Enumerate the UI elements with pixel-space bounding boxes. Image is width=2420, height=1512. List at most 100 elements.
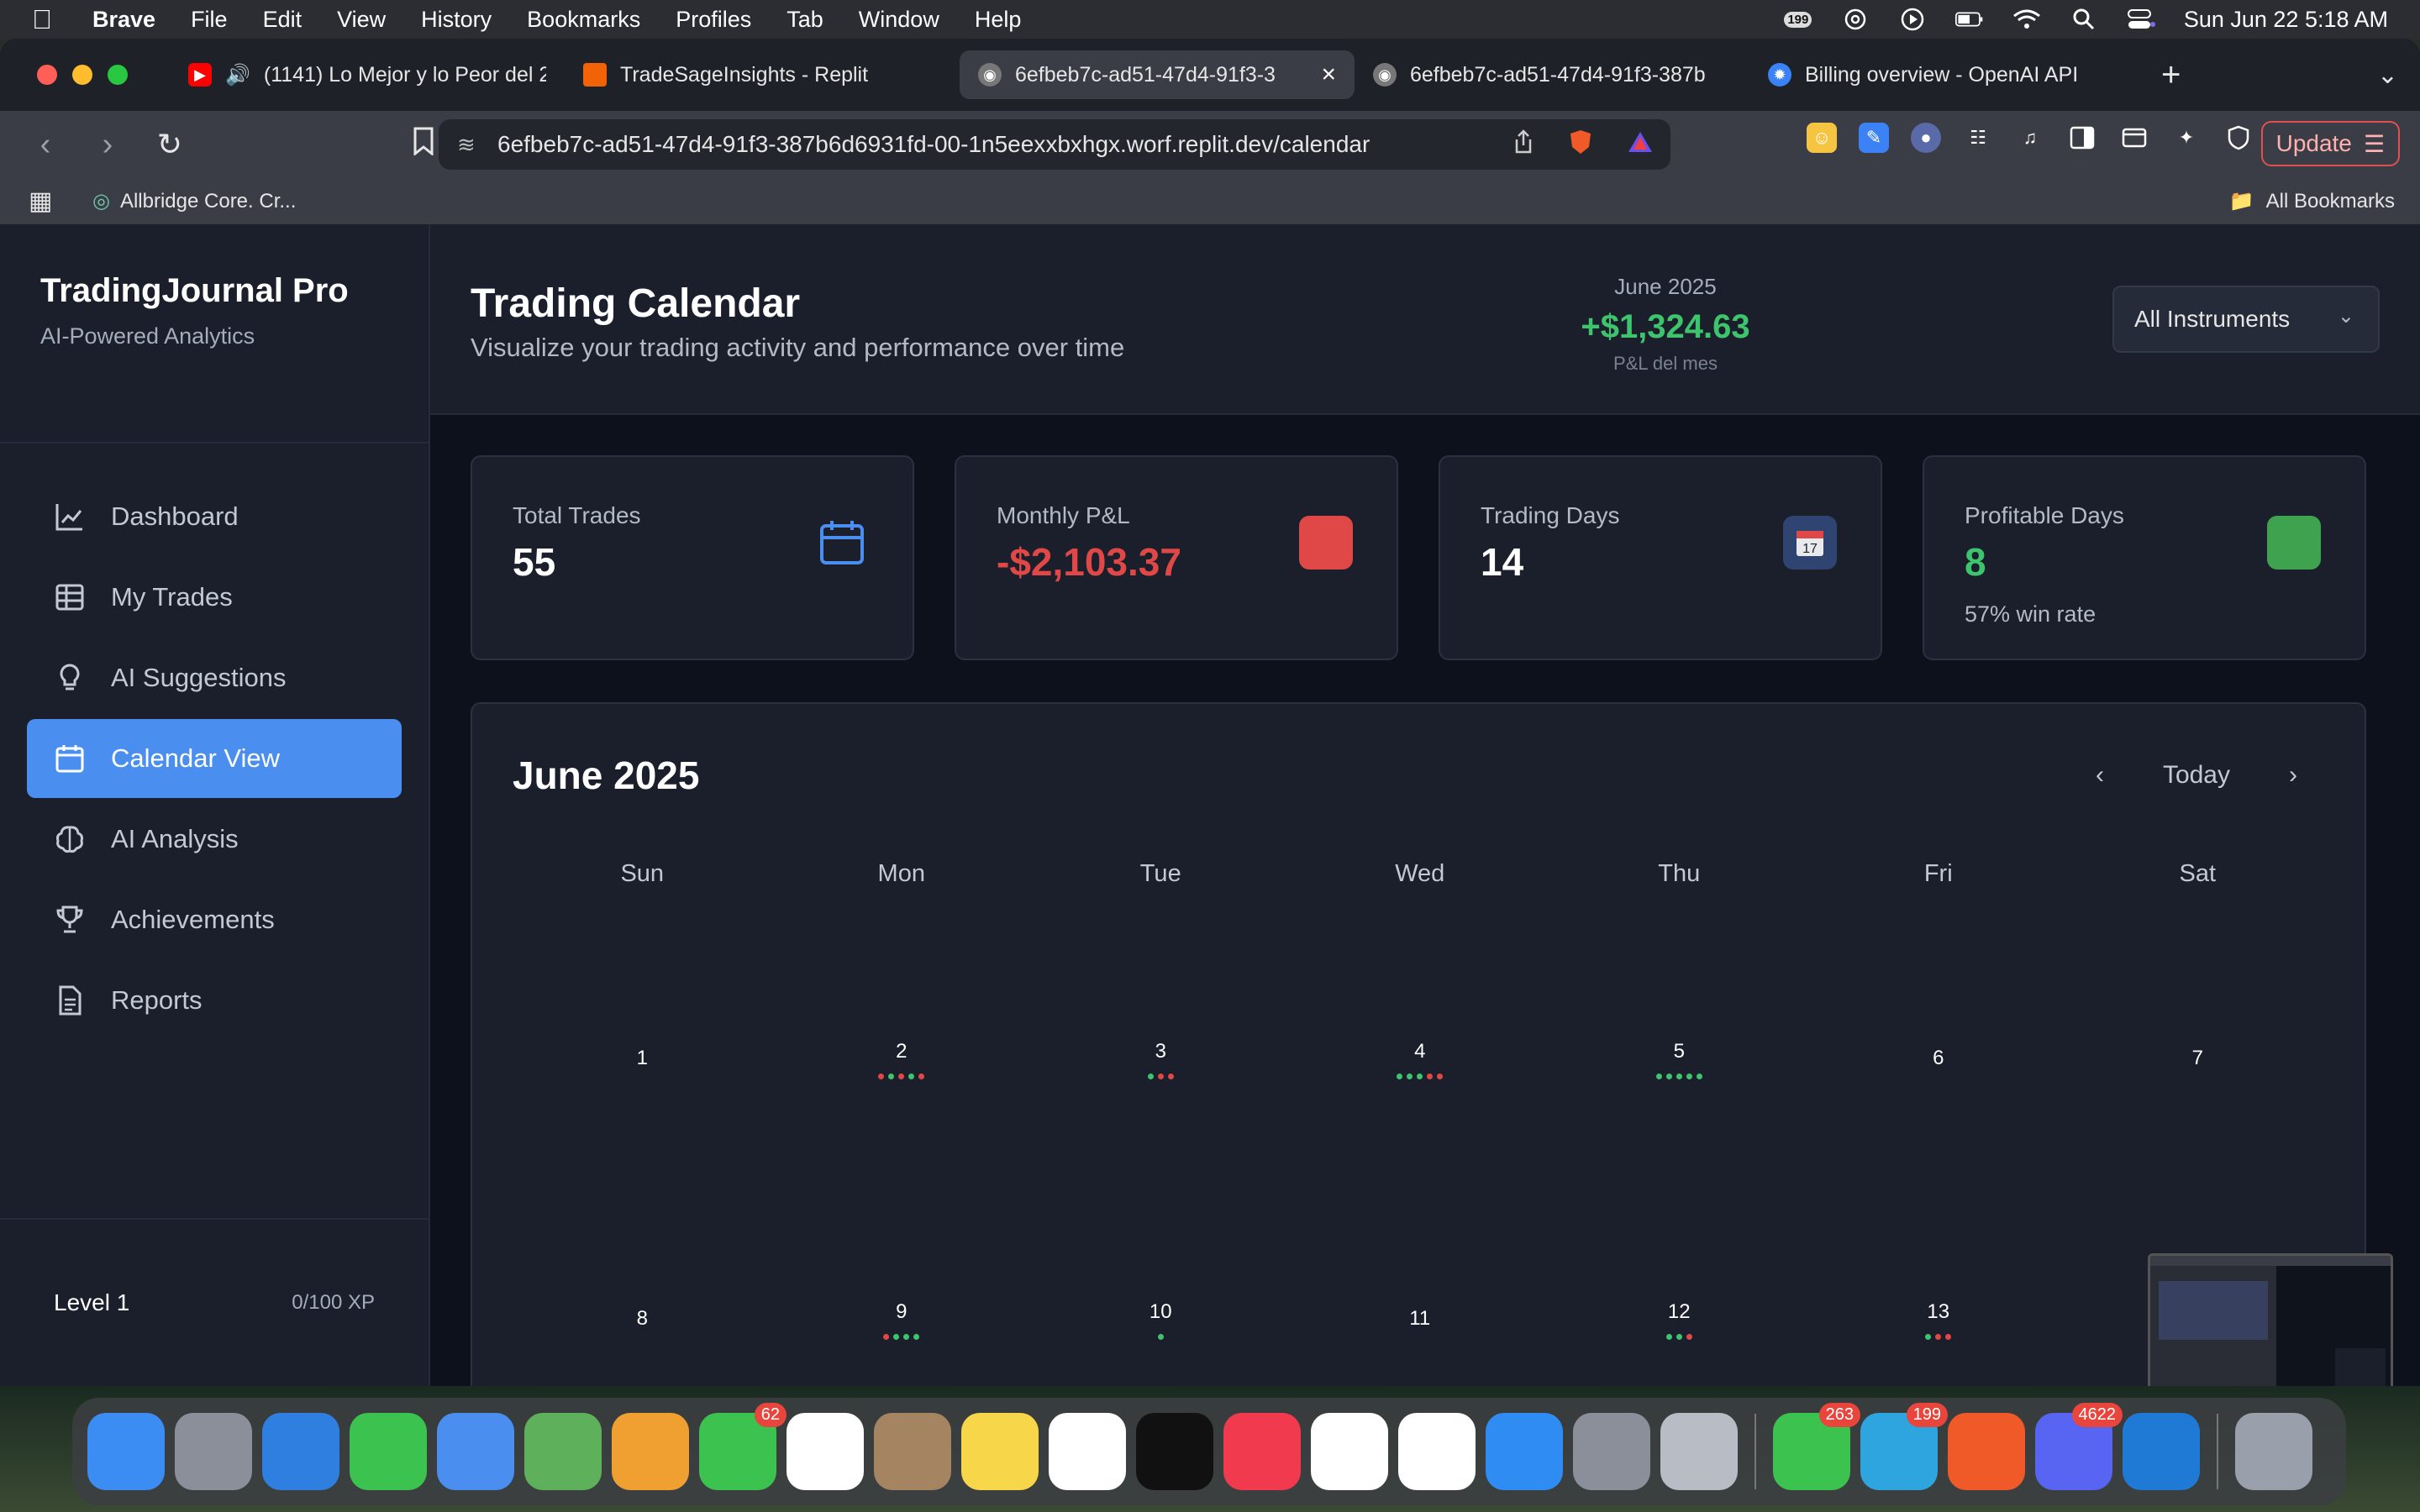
calendar-day[interactable]: 7	[2068, 1040, 2328, 1079]
sidebar-item-dashboard[interactable]: Dashboard	[27, 477, 402, 556]
today-button[interactable]: Today	[2163, 761, 2230, 790]
play-icon[interactable]	[1898, 5, 1927, 34]
reminders-icon[interactable]	[1398, 1413, 1476, 1490]
sidebar-item-ai-analysis[interactable]: AI Analysis	[27, 800, 402, 879]
apps-grid-icon[interactable]: ▦	[29, 186, 59, 216]
calendar-day[interactable]: 1	[513, 1040, 772, 1079]
tv-icon[interactable]	[1136, 1413, 1213, 1490]
calendar-day[interactable]: 4	[1291, 1040, 1550, 1079]
sidebar-item-calendar-view[interactable]: Calendar View	[27, 719, 402, 798]
tab-replit-dev[interactable]: ◉ 6efbeb7c-ad51-47d4-91f3-387b	[1355, 50, 1749, 99]
calendar-day[interactable]: 2	[772, 1040, 1032, 1079]
wallet-icon[interactable]	[2119, 123, 2149, 153]
tab-openai-billing[interactable]: ✹ Billing overview - OpenAI API	[1749, 50, 2144, 99]
menu-history[interactable]: History	[421, 7, 492, 33]
messages-icon[interactable]	[350, 1413, 427, 1490]
extension-face-icon[interactable]: ☺	[1807, 123, 1837, 153]
bookmark-allbridge[interactable]: ◎ Allbridge Core. Cr...	[92, 189, 296, 213]
calendar-day[interactable]: 10	[1031, 1300, 1291, 1340]
sidebar-toggle-icon[interactable]	[2067, 123, 2097, 153]
music-icon[interactable]	[1223, 1413, 1301, 1490]
tab-list-chevron-icon[interactable]: ⌄	[2377, 60, 2398, 90]
calendar-day[interactable]: 6	[1809, 1040, 2069, 1079]
instrument-select[interactable]: All Instruments ⌄	[2112, 286, 2380, 353]
menu-file[interactable]: File	[191, 7, 228, 33]
leo-ai-icon[interactable]: ✦	[2171, 123, 2202, 153]
chatgpt-icon[interactable]	[1841, 5, 1870, 34]
screenshot-preview-thumbnail[interactable]	[2148, 1253, 2393, 1386]
minimize-window-button[interactable]	[72, 65, 92, 85]
battery-icon[interactable]	[1954, 5, 1984, 34]
next-month-chevron-icon[interactable]: ›	[2289, 761, 2297, 790]
brave-shields-icon[interactable]	[1568, 129, 1593, 161]
vscode-icon[interactable]	[2123, 1413, 2200, 1490]
iphone-mirroring-icon[interactable]	[1660, 1413, 1738, 1490]
menu-profiles[interactable]: Profiles	[676, 7, 751, 33]
address-bar[interactable]: ≋ 6efbeb7c-ad51-47d4-91f3-387b6d6931fd-0…	[439, 119, 1670, 170]
mail-icon[interactable]	[437, 1413, 514, 1490]
control-center-icon[interactable]	[2127, 5, 2155, 34]
spotlight-search-icon[interactable]	[2070, 5, 2098, 34]
finder-icon[interactable]	[87, 1413, 165, 1490]
forward-button[interactable]: ›	[91, 127, 124, 163]
menu-window[interactable]: Window	[859, 7, 939, 33]
menubar-clock[interactable]: Sun Jun 22 5:18 AM	[2184, 7, 2388, 33]
speaker-icon[interactable]: 🔊	[225, 63, 250, 87]
reload-button[interactable]: ↻	[153, 127, 187, 162]
photos-icon[interactable]	[612, 1413, 689, 1490]
telegram-icon[interactable]: 199	[1860, 1403, 1948, 1490]
close-tab-icon[interactable]: ×	[1321, 60, 1336, 89]
update-button[interactable]: Update ☰	[2260, 121, 2400, 166]
calendar-day[interactable]: 5	[1549, 1040, 1809, 1079]
menu-bookmarks[interactable]: Bookmarks	[527, 7, 640, 33]
previous-month-chevron-icon[interactable]: ‹	[2096, 761, 2104, 790]
calendar-app-icon[interactable]	[786, 1413, 864, 1490]
maps-icon[interactable]	[524, 1413, 602, 1490]
extension-avatar-icon[interactable]: ●	[1911, 123, 1941, 153]
sidebar-item-ai-suggestions[interactable]: AI Suggestions	[27, 638, 402, 717]
app-store-icon[interactable]	[1486, 1413, 1563, 1490]
sidebar-item-my-trades[interactable]: My Trades	[27, 558, 402, 637]
sidebar-item-achievements[interactable]: Achievements	[27, 880, 402, 959]
tab-youtube[interactable]: ▶ 🔊 (1141) Lo Mejor y lo Peor del 2	[170, 50, 565, 99]
news-icon[interactable]	[1311, 1413, 1388, 1490]
settings-icon[interactable]	[1573, 1413, 1650, 1490]
sidebar-item-reports[interactable]: Reports	[27, 961, 402, 1040]
apple-icon[interactable]: 	[32, 4, 71, 35]
extensions-puzzle-icon[interactable]: ☷	[1963, 123, 1993, 153]
status-badge-icon[interactable]: 199	[1784, 5, 1812, 34]
extension-blue-icon[interactable]: ✎	[1859, 123, 1889, 153]
menu-view[interactable]: View	[337, 7, 386, 33]
freeform-icon[interactable]	[1049, 1413, 1126, 1490]
back-button[interactable]: ‹	[29, 127, 62, 163]
contacts-icon[interactable]	[874, 1413, 951, 1490]
url-text[interactable]: 6efbeb7c-ad51-47d4-91f3-387b6d6931fd-00-…	[497, 131, 1370, 158]
share-icon[interactable]	[1512, 129, 1534, 160]
music-note-icon[interactable]: ♫	[2015, 123, 2045, 153]
whatsapp-icon[interactable]: 263	[1773, 1403, 1860, 1490]
tab-replit[interactable]: TradeSageInsights - Replit	[565, 50, 960, 99]
menu-app-name[interactable]: Brave	[92, 7, 155, 33]
calendar-day[interactable]: 11	[1291, 1300, 1550, 1340]
wifi-icon[interactable]	[2012, 5, 2041, 34]
zoom-window-button[interactable]	[108, 65, 128, 85]
launchpad-icon[interactable]	[175, 1413, 252, 1490]
all-bookmarks-button[interactable]: 📁 All Bookmarks	[2229, 189, 2395, 213]
calendar-day[interactable]: 8	[513, 1300, 772, 1340]
calendar-day[interactable]: 13	[1809, 1300, 2069, 1340]
facetime-icon[interactable]: 62	[699, 1403, 786, 1490]
brave-icon[interactable]	[1948, 1413, 2025, 1490]
new-tab-button[interactable]: +	[2161, 56, 2181, 94]
site-settings-icon[interactable]: ≋	[457, 132, 476, 158]
bookmark-icon[interactable]	[407, 127, 440, 162]
notes-icon[interactable]	[961, 1413, 1039, 1490]
calendar-day[interactable]: 12	[1549, 1300, 1809, 1340]
calendar-day[interactable]: 9	[772, 1300, 1032, 1340]
safari-icon[interactable]	[262, 1413, 339, 1490]
menu-tab[interactable]: Tab	[786, 7, 823, 33]
vpn-shield-icon[interactable]	[2223, 123, 2254, 153]
calendar-day[interactable]: 3	[1031, 1040, 1291, 1079]
menu-edit[interactable]: Edit	[263, 7, 302, 33]
close-window-button[interactable]	[37, 65, 57, 85]
discord-icon[interactable]: 4622	[2035, 1403, 2123, 1490]
